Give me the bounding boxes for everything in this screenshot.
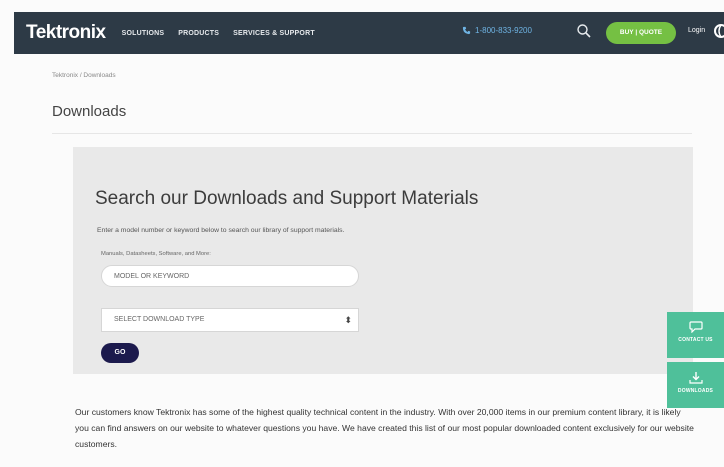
page: Tektronix SOLUTIONS PRODUCTS SERVICES & …	[0, 0, 724, 467]
contact-us-label: CONTACT US	[678, 337, 713, 343]
downloads-tab[interactable]: DOWNLOADS	[667, 362, 724, 408]
main-nav: SOLUTIONS PRODUCTS SERVICES & SUPPORT	[122, 30, 329, 37]
select-arrows-icon: ⬍	[344, 315, 352, 325]
phone-icon	[462, 26, 471, 35]
download-icon	[688, 372, 703, 384]
globe-icon[interactable]	[713, 23, 724, 39]
breadcrumb[interactable]: Tektronix / Downloads	[52, 72, 116, 79]
intro-paragraph: Our customers know Tektronix has some of…	[75, 407, 694, 449]
search-icon[interactable]	[576, 23, 592, 39]
buy-quote-button[interactable]: BUY | QUOTE	[606, 22, 676, 44]
search-panel-description: Enter a model number or keyword below to…	[97, 227, 345, 234]
search-panel: Search our Downloads and Support Materia…	[73, 147, 693, 374]
chat-icon	[688, 321, 703, 333]
title-divider	[52, 133, 692, 134]
nav-solutions[interactable]: SOLUTIONS	[122, 30, 165, 37]
contact-us-tab[interactable]: CONTACT US	[667, 312, 724, 358]
downloads-label: DOWNLOADS	[677, 388, 714, 394]
tektronix-logo[interactable]: Tektronix	[26, 22, 106, 44]
page-title: Downloads	[52, 103, 127, 120]
download-type-select[interactable]: SELECT DOWNLOAD TYPE ⬍	[101, 308, 359, 332]
login-link[interactable]: Login	[688, 27, 705, 34]
phone-number: 1-800-833-9200	[475, 26, 532, 35]
search-panel-title: Search our Downloads and Support Materia…	[95, 188, 479, 209]
site-header: Tektronix SOLUTIONS PRODUCTS SERVICES & …	[14, 12, 724, 54]
go-button[interactable]: GO	[101, 343, 139, 363]
nav-products[interactable]: PRODUCTS	[178, 30, 219, 37]
download-type-select-value: SELECT DOWNLOAD TYPE	[114, 316, 205, 323]
phone-link[interactable]: 1-800-833-9200	[462, 26, 532, 35]
search-field-label: Manuals, Datasheets, Software, and More:	[101, 251, 211, 257]
model-keyword-input[interactable]	[101, 265, 359, 287]
nav-services-support[interactable]: SERVICES & SUPPORT	[233, 30, 315, 37]
